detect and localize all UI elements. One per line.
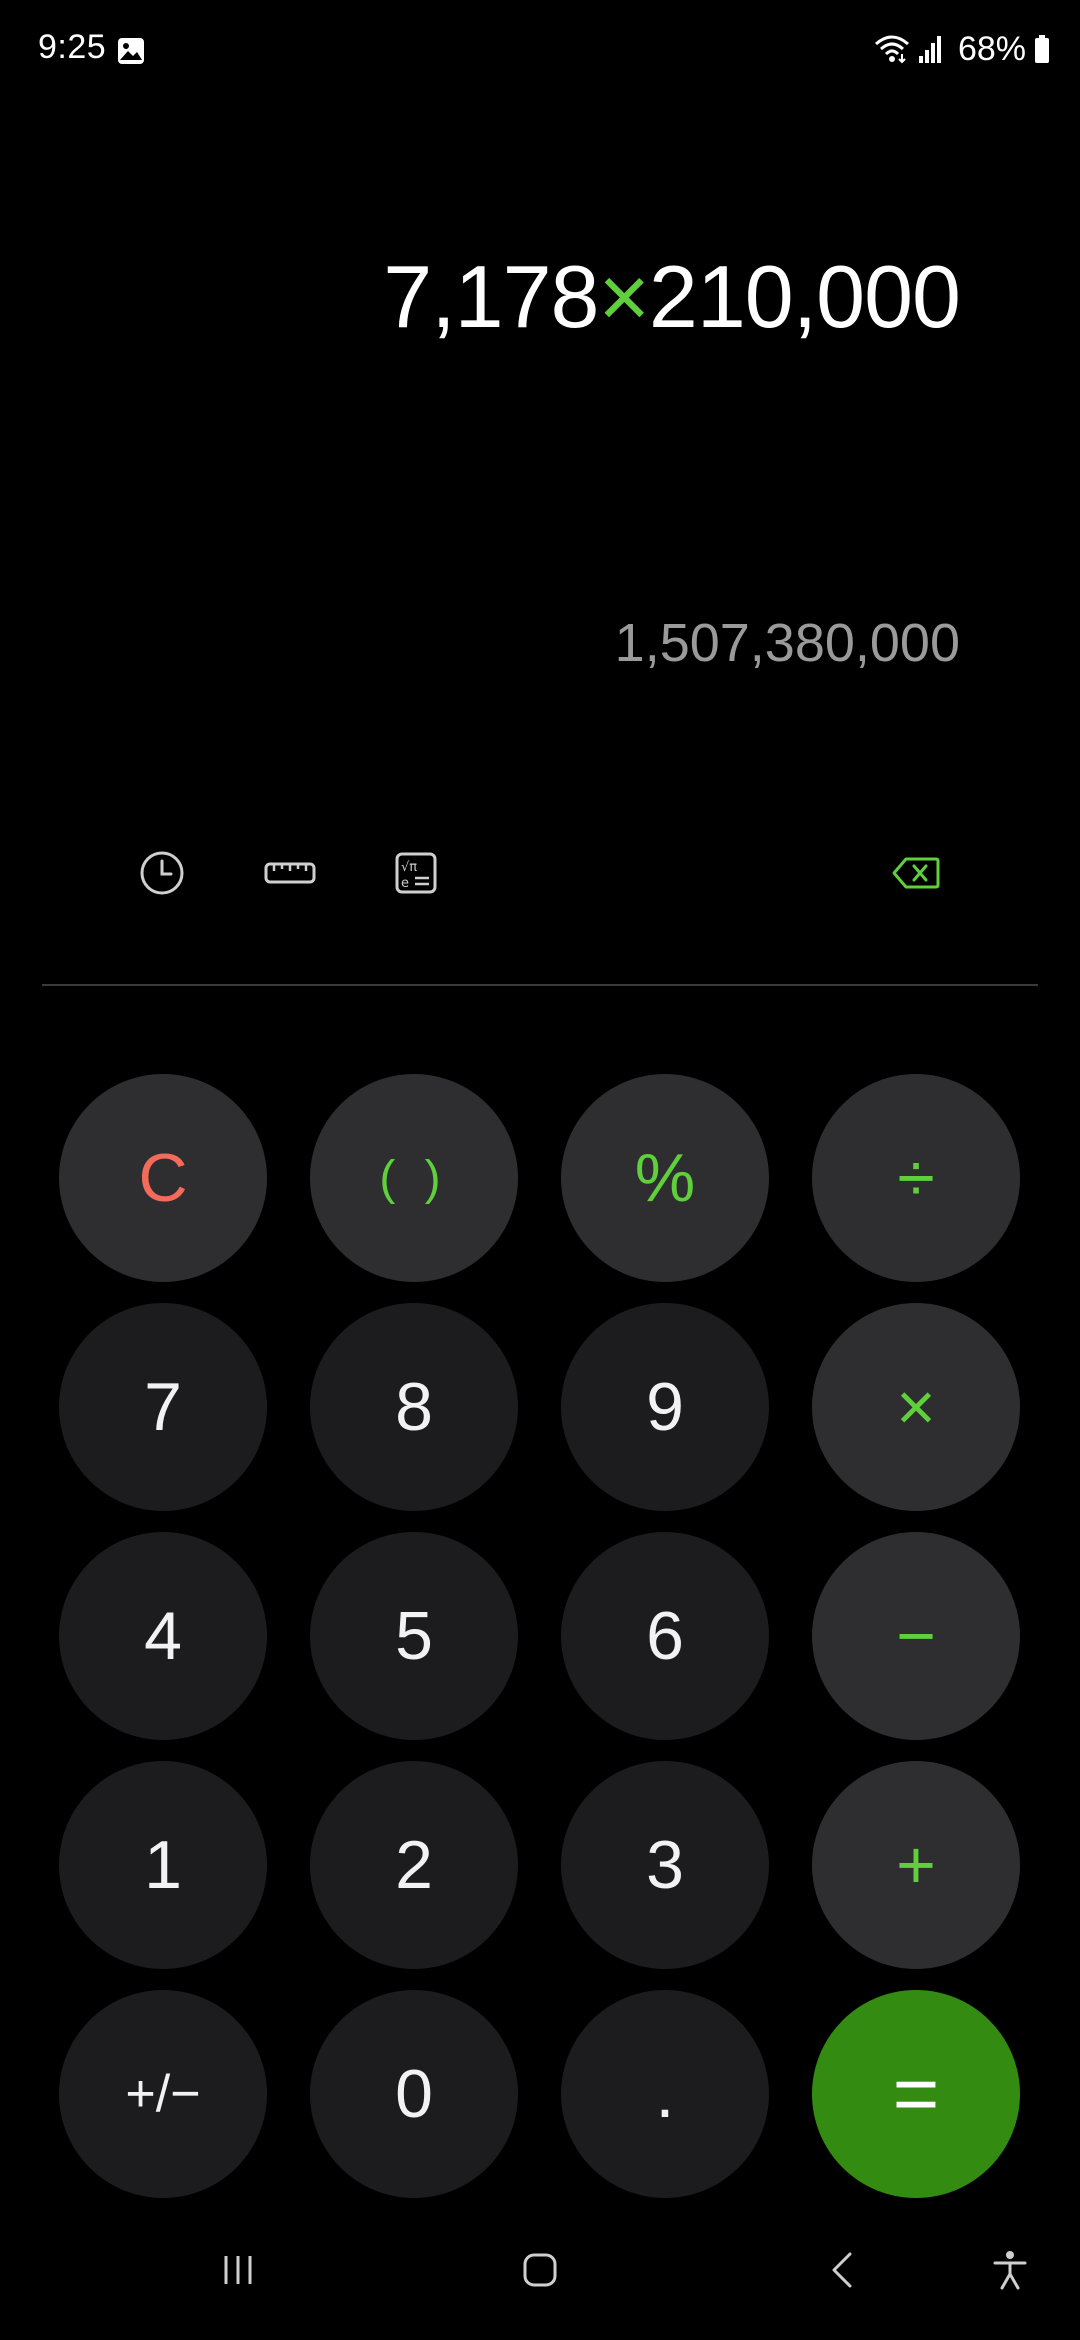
parentheses-button[interactable]: ( ) [310, 1074, 518, 1282]
plus-button[interactable]: + [812, 1761, 1020, 1969]
parentheses-label: ( ) [379, 1151, 449, 1205]
unit-converter-icon [264, 862, 316, 884]
operator-symbol: × [598, 247, 650, 346]
history-button[interactable] [134, 845, 190, 901]
digit-6-button[interactable]: 6 [561, 1532, 769, 1740]
recent-apps-button[interactable] [208, 2240, 268, 2300]
signal-icon [918, 36, 941, 63]
digit-9-button[interactable]: 9 [561, 1303, 769, 1511]
gallery-icon [118, 38, 144, 64]
result-preview: 1,507,380,000 [614, 613, 960, 673]
digit-2-button[interactable]: 2 [310, 1761, 518, 1969]
clear-label: C [138, 1140, 188, 1216]
battery-percent: 68% [957, 29, 1026, 68]
plus-minus-button[interactable]: +/− [59, 1990, 267, 2198]
digit-9-label: 9 [646, 1369, 684, 1445]
backspace-icon [892, 857, 940, 889]
battery-icon [1035, 35, 1049, 63]
wifi-icon [874, 35, 909, 64]
plus-label: + [896, 1827, 936, 1903]
minus-button[interactable]: − [812, 1532, 1020, 1740]
digit-0-label: 0 [395, 2056, 433, 2132]
status-icons: 68% [874, 26, 1050, 72]
status-bar: 9:25 68% [0, 0, 1080, 100]
divide-button[interactable]: ÷ [812, 1074, 1020, 1282]
plus-minus-label: +/− [125, 2065, 201, 2123]
percent-button[interactable]: % [561, 1074, 769, 1282]
home-button[interactable] [510, 2240, 570, 2300]
operand-2: 210,000 [648, 247, 961, 346]
status-time: 9:25 [38, 28, 107, 66]
unit-converter-button[interactable] [262, 845, 318, 901]
digit-1-label: 1 [144, 1827, 182, 1903]
digit-1-button[interactable]: 1 [59, 1761, 267, 1969]
minus-label: − [896, 1598, 936, 1674]
decimal-button[interactable]: . [561, 1990, 769, 2198]
svg-text:e: e [401, 876, 409, 891]
digit-2-label: 2 [395, 1827, 433, 1903]
operand-1: 7,178 [383, 247, 599, 346]
digit-4-label: 4 [144, 1598, 182, 1674]
digit-4-button[interactable]: 4 [59, 1532, 267, 1740]
svg-text:√π: √π [401, 860, 417, 875]
scientific-icon: √π e [395, 852, 437, 894]
equals-label: = [892, 2049, 940, 2138]
home-icon [523, 2253, 557, 2287]
digit-3-label: 3 [646, 1827, 684, 1903]
back-button[interactable] [812, 2240, 872, 2300]
recent-apps-icon [224, 2256, 252, 2284]
history-icon [140, 851, 184, 895]
accessibility-icon [993, 2251, 1027, 2290]
accessibility-button[interactable] [980, 2240, 1040, 2300]
digit-3-button[interactable]: 3 [561, 1761, 769, 1969]
digit-6-label: 6 [646, 1598, 684, 1674]
equals-button[interactable]: = [812, 1990, 1020, 2198]
digit-7-button[interactable]: 7 [59, 1303, 267, 1511]
digit-8-label: 8 [395, 1369, 433, 1445]
digit-7-label: 7 [144, 1369, 182, 1445]
digit-8-button[interactable]: 8 [310, 1303, 518, 1511]
multiply-button[interactable]: × [812, 1303, 1020, 1511]
digit-5-label: 5 [395, 1598, 433, 1674]
keypad-divider [42, 984, 1038, 986]
digit-5-button[interactable]: 5 [310, 1532, 518, 1740]
expression-display[interactable]: 7,178×210,000 [383, 246, 961, 348]
decimal-label: . [655, 2056, 675, 2132]
clear-button[interactable]: C [59, 1074, 267, 1282]
multiply-label: × [896, 1369, 936, 1445]
navigation-bar [0, 2200, 1080, 2340]
backspace-button[interactable] [888, 845, 944, 901]
digit-0-button[interactable]: 0 [310, 1990, 518, 2198]
divide-label: ÷ [897, 1140, 935, 1216]
percent-label: % [634, 1140, 696, 1216]
scientific-mode-button[interactable]: √π e [388, 845, 444, 901]
back-icon [832, 2252, 852, 2288]
